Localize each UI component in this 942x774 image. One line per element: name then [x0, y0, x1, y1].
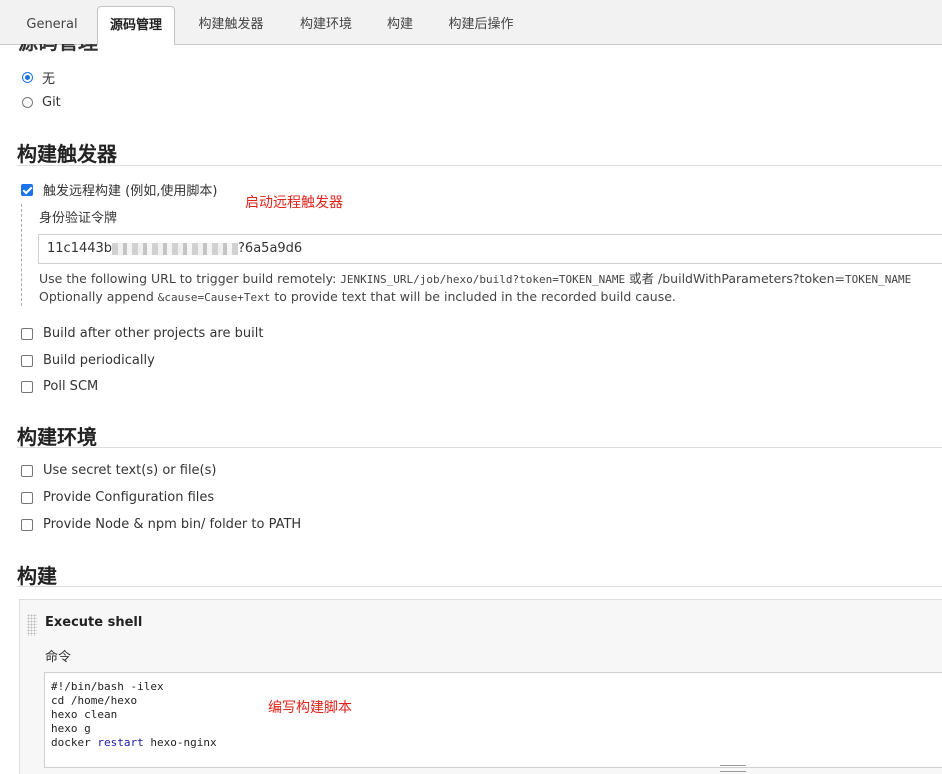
tab-build-triggers[interactable]: 构建触发器	[186, 8, 276, 42]
checkbox-icon[interactable]	[21, 491, 33, 504]
env-secret-text-label: Use secret text(s) or file(s)	[43, 463, 217, 478]
execute-shell-title: Execute shell	[45, 615, 143, 630]
checkbox-icon[interactable]	[21, 327, 33, 340]
tab-build-environment[interactable]: 构建环境	[288, 8, 364, 42]
help-code-url: JENKINS_URL/job/hexo/build?token=TOKEN_N…	[340, 273, 626, 286]
help-text: to provide text that will be included in…	[270, 289, 676, 304]
tab-build[interactable]: 构建	[376, 8, 424, 42]
env-config-files[interactable]: Provide Configuration files	[21, 490, 214, 505]
checkbox-icon[interactable]	[21, 518, 33, 531]
trigger-build-periodically-label: Build periodically	[43, 353, 155, 368]
trigger-build-periodically[interactable]: Build periodically	[21, 353, 155, 368]
env-config-files-label: Provide Configuration files	[43, 490, 215, 505]
auth-token-label: 身份验证令牌	[39, 211, 118, 226]
auth-token-prefix: 11c1443b	[47, 241, 113, 256]
config-tab-bar: General 源码管理 构建触发器 构建环境 构建 构建后操作	[0, 0, 942, 45]
checkbox-icon[interactable]	[21, 354, 33, 367]
script-line: hexo g	[51, 722, 91, 735]
checkbox-icon[interactable]	[21, 464, 33, 477]
checkbox-icon[interactable]	[21, 380, 33, 393]
trigger-poll-scm-label: Poll SCM	[43, 379, 99, 394]
section-divider	[17, 165, 942, 166]
checkbox-checked-icon[interactable]	[21, 183, 33, 196]
help-text: Use the following URL to trigger build r…	[39, 271, 341, 286]
scm-option-none[interactable]: 无	[22, 68, 55, 87]
tab-source-code-management[interactable]: 源码管理	[97, 6, 175, 45]
tab-general[interactable]: General	[18, 8, 86, 42]
script-line: hexo clean	[51, 708, 118, 721]
drag-handle-icon[interactable]	[27, 614, 37, 636]
auth-token-suffix: ?6a5a9d6	[238, 241, 303, 256]
trigger-after-other-projects[interactable]: Build after other projects are built	[21, 326, 263, 341]
triggers-section-title: 构建触发器	[17, 142, 117, 166]
tab-post-build-actions[interactable]: 构建后操作	[436, 8, 526, 42]
help-text: /buildWithParameters?token=	[658, 271, 845, 286]
help-text: 或者	[625, 271, 659, 286]
trigger-cause-help: Optionally append &cause=Cause+Text to p…	[39, 289, 676, 304]
annotation-build-script: 编写构建脚本	[268, 700, 352, 716]
trigger-remote-label: 触发远程构建 (例如,使用脚本)	[43, 184, 218, 199]
section-divider	[17, 586, 942, 587]
scm-option-none-label: 无	[42, 72, 56, 87]
trigger-url-help: Use the following URL to trigger build r…	[39, 268, 911, 287]
help-text: Optionally append	[39, 289, 158, 304]
trigger-poll-scm[interactable]: Poll SCM	[21, 379, 98, 394]
annotation-remote-trigger: 启动远程触发器	[245, 195, 343, 211]
help-code-token: TOKEN_NAME	[844, 273, 912, 286]
script-token: restart	[90, 736, 144, 749]
scm-option-git[interactable]: Git	[22, 95, 61, 110]
script-token: docker	[51, 736, 91, 749]
textarea-resize-handle-icon[interactable]	[720, 765, 746, 772]
trigger-after-other-projects-label: Build after other projects are built	[43, 326, 264, 341]
nested-options-guide	[21, 204, 22, 306]
command-textarea[interactable]: #!/bin/bash -ilex cd /home/hexo hexo cle…	[44, 672, 942, 768]
redaction-blur	[112, 242, 239, 255]
env-secret-text[interactable]: Use secret text(s) or file(s)	[21, 463, 216, 478]
section-divider	[17, 447, 942, 448]
auth-token-input[interactable]: 11c1443b ?6a5a9d6	[38, 234, 942, 264]
radio-selected-icon[interactable]	[22, 72, 33, 83]
command-label: 命令	[45, 650, 72, 665]
script-line: #!/bin/bash -ilex	[51, 680, 164, 693]
scm-section-title: 源码管理	[18, 44, 98, 54]
radio-unselected-icon[interactable]	[22, 97, 33, 108]
script-line: cd /home/hexo	[51, 694, 138, 707]
help-code-cause: &cause=Cause+Text	[157, 291, 271, 304]
env-node-npm-path-label: Provide Node & npm bin/ folder to PATH	[43, 517, 302, 532]
environment-section-title: 构建环境	[17, 425, 97, 449]
scm-option-git-label: Git	[42, 95, 61, 110]
trigger-remote-checkbox[interactable]: 触发远程构建 (例如,使用脚本)	[21, 180, 217, 199]
env-node-npm-path[interactable]: Provide Node & npm bin/ folder to PATH	[21, 517, 301, 532]
script-token: hexo-nginx	[143, 736, 217, 749]
script-line-docker: docker restart hexo-nginx	[51, 736, 942, 750]
build-section-title: 构建	[17, 564, 57, 588]
